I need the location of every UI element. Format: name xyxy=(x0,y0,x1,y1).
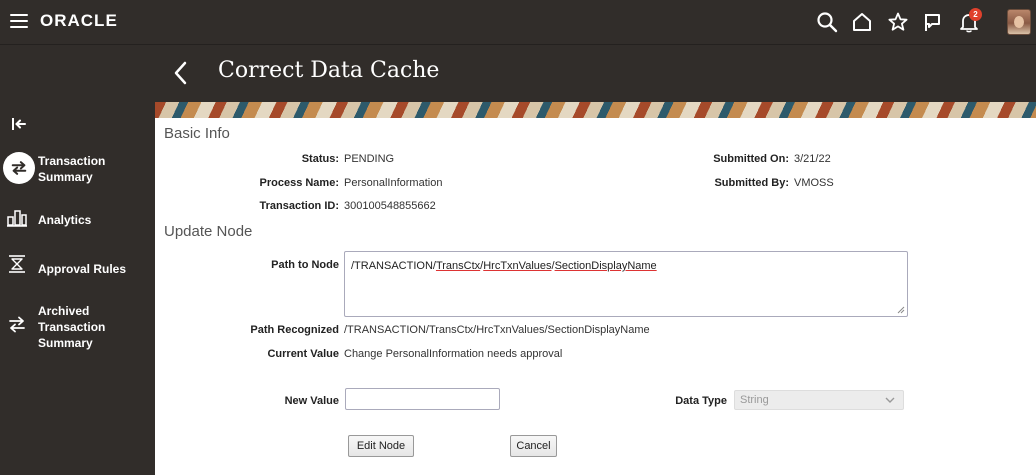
path-segment: /TRANSACTION/ xyxy=(351,260,436,272)
path-segment: SectionDisplayName xyxy=(554,260,657,272)
current-value-text: Change PersonalInformation needs approva… xyxy=(344,348,563,360)
page-title: Correct Data Cache xyxy=(218,58,440,83)
new-value-label: New Value xyxy=(284,395,339,407)
data-type-select[interactable]: String xyxy=(734,390,904,410)
data-type-value: String xyxy=(740,394,769,406)
cancel-button[interactable]: Cancel xyxy=(510,435,557,457)
search-icon[interactable] xyxy=(816,11,838,33)
resize-grip-icon[interactable] xyxy=(897,306,905,314)
approval-rules-icon xyxy=(6,253,28,275)
path-to-node-textarea[interactable]: /TRANSACTION/TransCtx/HrcTxnValues/Secti… xyxy=(344,251,908,317)
oracle-logo[interactable]: ORACLE xyxy=(40,11,118,31)
home-icon[interactable] xyxy=(851,11,873,33)
swap-arrows-icon xyxy=(3,152,35,184)
submitted-by-label: Submitted By: xyxy=(714,177,789,189)
sidebar-item-label: Analytics xyxy=(38,213,92,227)
update-node-heading: Update Node xyxy=(164,223,253,240)
sidebar: Transaction Summary Analytics Approval R… xyxy=(0,45,155,475)
transaction-id-value: 300100548855662 xyxy=(344,200,436,212)
flag-icon[interactable] xyxy=(922,11,944,33)
data-type-label: Data Type xyxy=(675,395,727,407)
path-recognized-label: Path Recognized xyxy=(250,324,339,336)
path-to-node-label: Path to Node xyxy=(271,259,339,271)
submitted-by-value: VMOSS xyxy=(794,177,834,189)
submitted-on-value: 3/21/22 xyxy=(794,153,831,165)
sidebar-item-analytics[interactable]: Analytics xyxy=(0,206,155,230)
analytics-icon xyxy=(6,206,28,228)
chevron-left-icon xyxy=(174,61,187,85)
edit-node-button[interactable]: Edit Node xyxy=(348,435,414,457)
chevron-down-icon xyxy=(885,397,895,403)
new-value-input[interactable] xyxy=(345,388,500,410)
star-icon[interactable] xyxy=(887,11,909,33)
path-segment: TransCtx xyxy=(435,260,481,272)
top-bar: ORACLE 2 xyxy=(0,0,1036,45)
current-value-label: Current Value xyxy=(267,348,339,360)
sidebar-item-archived-transaction-summary[interactable]: Archived Transaction Summary xyxy=(0,301,155,353)
status-value: PENDING xyxy=(344,153,395,165)
content-panel: Basic Info Status: PENDING Process Name:… xyxy=(155,118,1036,475)
status-label: Status: xyxy=(301,153,339,165)
submitted-on-label: Submitted On: xyxy=(713,153,789,165)
archived-swap-icon xyxy=(6,313,28,335)
decorative-banner xyxy=(155,102,1036,118)
process-name-value: PersonalInformation xyxy=(344,177,443,189)
sidebar-item-transaction-summary[interactable]: Transaction Summary xyxy=(0,151,155,185)
path-segment: HrcTxnValues xyxy=(483,260,552,272)
path-recognized-value: /TRANSACTION/TransCtx/HrcTxnValues/Secti… xyxy=(344,324,650,336)
sidebar-item-label: Transaction Summary xyxy=(38,154,106,184)
collapse-sidebar-icon[interactable] xyxy=(10,115,28,133)
transaction-id-label: Transaction ID: xyxy=(259,200,339,212)
process-name-label: Process Name: xyxy=(259,177,340,189)
avatar[interactable] xyxy=(1007,9,1031,35)
bell-icon[interactable]: 2 xyxy=(958,8,982,33)
sidebar-item-label: Archived Transaction Summary xyxy=(38,304,106,350)
notification-badge: 2 xyxy=(969,8,982,21)
sidebar-item-label: Approval Rules xyxy=(38,262,127,276)
hamburger-icon[interactable] xyxy=(10,14,28,28)
basic-info-heading: Basic Info xyxy=(164,125,230,142)
sidebar-item-approval-rules[interactable]: Approval Rules xyxy=(0,253,155,279)
back-button[interactable] xyxy=(170,58,190,88)
